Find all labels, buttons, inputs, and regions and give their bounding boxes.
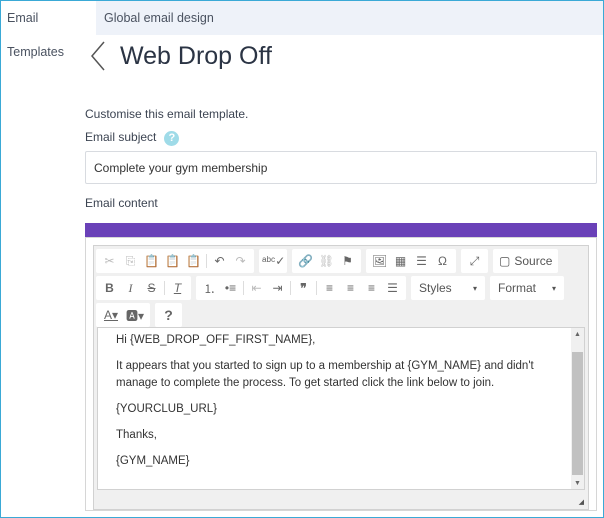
email-subject-label: Email subject? xyxy=(85,130,180,146)
outdent-icon[interactable]: ⇤ xyxy=(246,281,267,295)
caret-down-icon: ▾ xyxy=(472,283,477,293)
help-button[interactable]: ? xyxy=(158,307,179,323)
body-paragraph: Thanks, xyxy=(116,429,157,441)
spellcheck-icon[interactable]: ᵃᵇᶜ✓ xyxy=(262,254,285,268)
blockquote-icon[interactable]: ❞ xyxy=(293,281,314,295)
align-center-icon[interactable]: ≡ xyxy=(340,281,361,295)
source-icon: ▢ xyxy=(499,254,511,268)
link-icon[interactable]: 🔗 xyxy=(295,254,316,268)
body-paragraph: {GYM_NAME} xyxy=(116,455,190,467)
numbered-list-icon[interactable]: ⒈ xyxy=(199,280,220,297)
italic-icon[interactable]: I xyxy=(120,281,141,296)
email-subject-label-text: Email subject xyxy=(85,130,157,144)
redo-icon[interactable]: ↷ xyxy=(230,254,251,268)
horizontal-rule-icon[interactable]: ☰ xyxy=(411,254,432,268)
caret-down-icon: ▾ xyxy=(551,283,556,293)
paste-text-icon[interactable]: 📋 xyxy=(162,254,183,268)
format-dropdown[interactable]: Format ▾ xyxy=(490,276,564,300)
remove-format-icon[interactable]: T xyxy=(167,281,188,295)
image-icon[interactable]: 🖼 xyxy=(369,254,390,268)
page-title: Web Drop Off xyxy=(120,41,272,70)
scroll-down-icon[interactable]: ▼ xyxy=(571,480,584,487)
styles-dropdown[interactable]: Styles ▾ xyxy=(411,276,485,300)
back-chevron-icon[interactable] xyxy=(88,40,108,72)
styles-label: Styles xyxy=(419,281,452,295)
scrollbar[interactable]: ▲ ▼ xyxy=(571,328,584,489)
body-paragraph: It appears that you started to sign up t… xyxy=(116,360,534,389)
align-left-icon[interactable]: ≡ xyxy=(319,281,340,295)
source-button[interactable]: ▢ Source xyxy=(493,249,559,273)
help-icon[interactable]: ? xyxy=(164,131,180,146)
anchor-flag-icon[interactable]: ⚑ xyxy=(337,254,358,268)
resize-handle-icon[interactable]: ◢ xyxy=(579,498,584,506)
body-paragraph: {YOURCLUB_URL} xyxy=(116,403,217,415)
cut-icon[interactable]: ✂ xyxy=(99,254,120,268)
special-char-omega-icon[interactable]: Ω xyxy=(432,254,453,268)
scroll-thumb[interactable] xyxy=(572,352,583,475)
table-icon[interactable]: ▦ xyxy=(390,254,411,268)
paste-word-icon[interactable]: 📋 xyxy=(183,254,204,268)
tab-email-templates[interactable]: Email Templates xyxy=(1,1,96,59)
email-subject-input[interactable] xyxy=(85,151,597,184)
undo-icon[interactable]: ↶ xyxy=(209,254,230,268)
background-color-icon[interactable]: 🅰▾ xyxy=(123,307,147,324)
accent-bar xyxy=(85,223,597,237)
unlink-icon[interactable]: ⛓ xyxy=(316,254,337,268)
strike-icon[interactable]: S xyxy=(141,281,162,295)
scroll-up-icon[interactable]: ▲ xyxy=(571,331,584,338)
paste-icon[interactable]: 📋 xyxy=(141,254,162,268)
email-content-label: Email content xyxy=(85,196,158,210)
description: Customise this email template. xyxy=(85,107,249,121)
align-right-icon[interactable]: ≡ xyxy=(361,281,382,295)
editor-content[interactable]: Hi {WEB_DROP_OFF_FIRST_NAME}, It appears… xyxy=(97,327,585,490)
rich-text-editor: ✂ ⎘ 📋 📋 📋 ↶ ↷ ᵃᵇᶜ✓ 🔗 ⛓ ⚑ 🖼 ▦ ☰ Ω ⤢ ▢ Source BIST ⒈ •≡… xyxy=(85,237,597,511)
maximize-icon[interactable]: ⤢ xyxy=(464,254,485,269)
indent-icon[interactable]: ⇥ xyxy=(267,281,288,295)
justify-icon[interactable]: ☰ xyxy=(382,281,403,295)
format-label: Format xyxy=(498,281,537,295)
source-label: Source xyxy=(514,254,553,268)
copy-icon[interactable]: ⎘ xyxy=(120,254,141,269)
bold-icon[interactable]: B xyxy=(99,281,120,295)
tab-bar: Email Templates Global email design xyxy=(1,1,603,59)
body-paragraph: Hi {WEB_DROP_OFF_FIRST_NAME}, xyxy=(116,334,316,346)
bulleted-list-icon[interactable]: •≡ xyxy=(220,281,241,295)
tab-global-email-design[interactable]: Global email design xyxy=(96,1,222,35)
text-color-icon[interactable]: A▾ xyxy=(99,308,123,322)
